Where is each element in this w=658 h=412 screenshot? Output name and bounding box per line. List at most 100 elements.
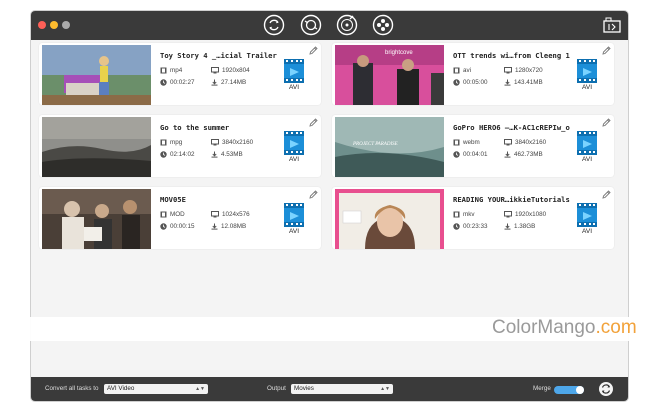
filesize-icon [211, 223, 218, 230]
thumbnail-title-text: PROJECT PARADISE [352, 142, 398, 147]
video-size: 462.73MB [514, 151, 543, 158]
clock-icon [453, 151, 460, 158]
output-format-icon[interactable] [283, 58, 305, 84]
output-folder-select[interactable]: Movies ▲▼ [291, 384, 393, 394]
toggle-knob [576, 386, 584, 394]
clock-icon [453, 223, 460, 230]
task-card[interactable]: MOV05E MOD 1024x576 00:00:15 12.08MB AVI [39, 187, 321, 249]
format-info: mpg [160, 138, 182, 147]
video-resolution: 3840x2160 [222, 139, 254, 146]
toolbox-icon[interactable] [602, 15, 622, 35]
close-window-button[interactable] [38, 21, 46, 29]
video-thumbnail[interactable] [335, 189, 444, 249]
resolution-info: 1920x804 [211, 66, 250, 75]
watermark-name: ColorMango [492, 317, 596, 338]
zoom-window-button[interactable] [62, 21, 70, 29]
convert-all-label: Convert all tasks to [45, 385, 99, 392]
compress-icon[interactable] [300, 14, 322, 36]
output-format-icon[interactable] [576, 202, 598, 228]
output-format-label: AVI [289, 156, 299, 163]
resolution-info: 1024x576 [211, 210, 250, 219]
select-arrows-icon: ▲▼ [380, 386, 390, 392]
output-format-icon[interactable] [576, 58, 598, 84]
merge-label: Merge [533, 385, 551, 392]
format-info: avi [453, 66, 471, 75]
app-window: Toy Story 4 _…icial Trailer mp4 1920x804 00… [31, 11, 628, 401]
convert-icon[interactable] [263, 14, 285, 36]
resolution-icon [504, 66, 512, 74]
convert-all-format-select[interactable]: AVI Video ▲▼ [104, 384, 208, 394]
clock-icon [160, 79, 167, 86]
filesize-icon [504, 223, 511, 230]
watermark: ColorMango.com [492, 317, 637, 339]
video-thumbnail[interactable] [42, 117, 151, 177]
video-thumbnail[interactable] [42, 45, 151, 105]
format-info: mkv [453, 210, 475, 219]
resolution-icon [211, 66, 219, 74]
task-card[interactable]: PROJECT PARADISE GoPro HERO6 —…K-AC1cREPI… [332, 115, 614, 177]
merge-toggle[interactable] [554, 386, 584, 394]
output-format-icon[interactable] [283, 202, 305, 228]
duration-info: 00:05:00 [453, 78, 488, 87]
video-title: Toy Story 4 _…icial Trailer [160, 51, 277, 60]
format-info: MOD [160, 210, 185, 219]
output-format-icon[interactable] [576, 130, 598, 156]
edit-pencil-icon[interactable] [602, 190, 611, 199]
output-format-label: AVI [582, 228, 592, 235]
clock-icon [160, 151, 167, 158]
filesize-icon [211, 79, 218, 86]
edit-pencil-icon[interactable] [602, 46, 611, 55]
task-card[interactable]: READING YOUR…ikkieTutorials mkv 1920x1080 0… [332, 187, 614, 249]
duration-info: 02:14:02 [160, 150, 195, 159]
burn-disc-icon[interactable] [336, 14, 358, 36]
video-resolution: 1920x804 [222, 67, 250, 74]
edit-pencil-icon[interactable] [309, 118, 318, 127]
video-duration: 00:05:00 [463, 79, 488, 86]
film-icon [160, 139, 167, 146]
duration-info: 00:23:33 [453, 222, 488, 231]
video-duration: 00:02:27 [170, 79, 195, 86]
video-title: MOV05E [160, 195, 186, 204]
size-info: 1.38GB [504, 222, 535, 231]
edit-pencil-icon[interactable] [309, 46, 318, 55]
size-info: 462.73MB [504, 150, 543, 159]
size-info: 12.08MB [211, 222, 246, 231]
minimize-window-button[interactable] [50, 21, 58, 29]
filesize-icon [504, 79, 511, 86]
select-arrows-icon: ▲▼ [195, 386, 205, 392]
convert-all-button[interactable] [598, 381, 614, 397]
task-card[interactable]: brightcove OTT trends wi…from Cleeng 1 avi… [332, 43, 614, 105]
video-duration: 00:23:33 [463, 223, 488, 230]
video-thumbnail[interactable] [42, 189, 151, 249]
video-size: 12.08MB [221, 223, 247, 230]
resolution-info: 3840x2160 [211, 138, 253, 147]
task-card[interactable]: Go to the summer mpg 3840x2160 02:14:02 4.53… [39, 115, 321, 177]
convert-all-format-value: AVI Video [107, 385, 135, 392]
output-label: Output [267, 385, 286, 392]
video-duration: 00:04:01 [463, 151, 488, 158]
resolution-icon [211, 138, 219, 146]
edit-pencil-icon[interactable] [602, 118, 611, 127]
film-icon [160, 211, 167, 218]
thumbnail-brand-text: brightcove [385, 50, 413, 56]
download-reel-icon[interactable] [372, 14, 394, 36]
task-card[interactable]: Toy Story 4 _…icial Trailer mp4 1920x804 00… [39, 43, 321, 105]
edit-pencil-icon[interactable] [309, 190, 318, 199]
size-info: 143.41MB [504, 78, 543, 87]
resolution-info: 3840x2160 [504, 138, 546, 147]
video-resolution: 1024x576 [222, 211, 250, 218]
filesize-icon [504, 151, 511, 158]
film-icon [453, 139, 460, 146]
video-title: Go to the summer [160, 123, 230, 132]
output-format-icon[interactable] [283, 130, 305, 156]
video-size: 143.41MB [514, 79, 543, 86]
video-thumbnail[interactable]: brightcove [335, 45, 444, 105]
video-thumbnail[interactable]: PROJECT PARADISE [335, 117, 444, 177]
resolution-icon [211, 210, 219, 218]
output-format-label: AVI [289, 228, 299, 235]
resolution-icon [504, 210, 512, 218]
video-size: 4.53MB [221, 151, 243, 158]
video-title: OTT trends wi…from Cleeng 1 [453, 51, 570, 60]
duration-info: 00:02:27 [160, 78, 195, 87]
video-format: webm [463, 139, 480, 146]
